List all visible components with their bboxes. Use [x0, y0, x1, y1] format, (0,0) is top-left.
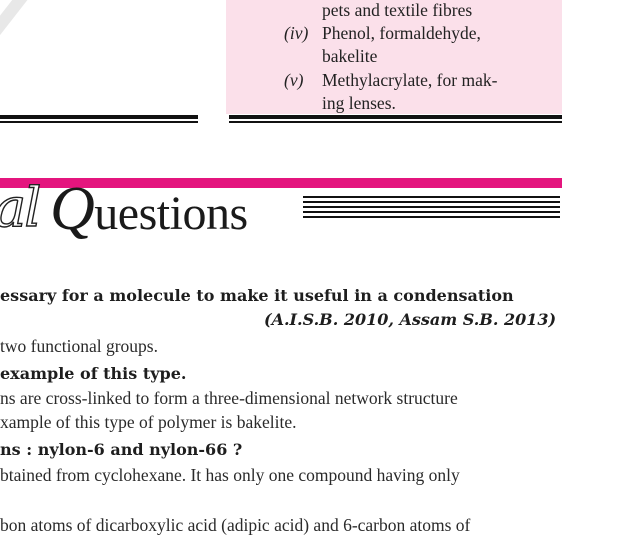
list-item-text: Methylacrylate, for mak-	[322, 70, 498, 90]
list-item-text: Phenol, formaldehyde,	[322, 23, 481, 43]
question-text: ns : nylon-6 and nylon-66 ?	[0, 440, 243, 459]
answer-text: bon atoms of dicarboxylic acid (adipic a…	[0, 515, 471, 535]
list-item-number: (v)	[284, 70, 304, 90]
section-header-script: al	[0, 175, 42, 239]
left-column-rule	[0, 115, 198, 119]
answer-text: ns are cross-linked to form a three-dime…	[0, 388, 458, 408]
right-column-rule-thin	[229, 121, 562, 123]
question-text: example of this type.	[0, 364, 187, 383]
left-column-rule-thin	[0, 121, 198, 123]
list-item-text: bakelite	[322, 46, 378, 66]
question-citation: (A.I.S.B. 2010, Assam S.B. 2013)	[264, 310, 557, 329]
section-header-lines	[303, 196, 560, 218]
list-item-continuation: pets and textile fibres	[322, 0, 473, 20]
answer-text: btained from cyclohexane. It has only on…	[0, 465, 460, 485]
list-item-number: (iv)	[284, 23, 309, 43]
answer-text: xample of this type of polymer is bakeli…	[0, 412, 297, 432]
right-column-rule	[229, 115, 562, 119]
section-title: Questions	[50, 175, 248, 243]
question-text: essary for a molecule to make it useful …	[0, 286, 514, 305]
figure-fragment-line	[0, 0, 30, 132]
list-item-text: ing lenses.	[322, 93, 396, 113]
answer-text: two functional groups.	[0, 336, 158, 356]
